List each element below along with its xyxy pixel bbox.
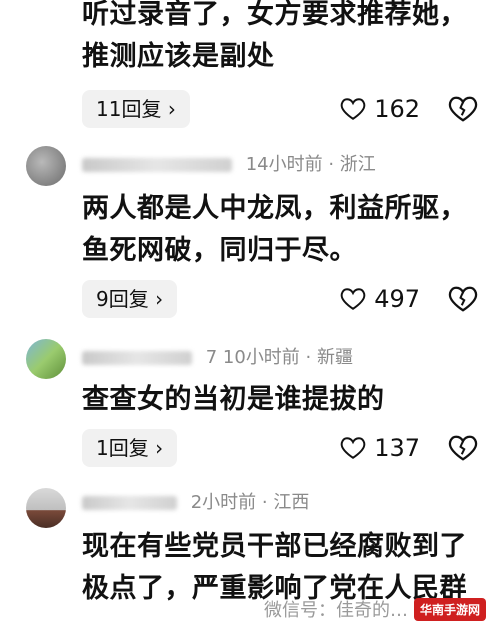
like-count: 497 bbox=[374, 285, 420, 313]
broken-heart-icon[interactable] bbox=[448, 433, 478, 463]
avatar[interactable] bbox=[26, 488, 66, 528]
chevron-right-icon: › bbox=[167, 97, 176, 121]
broken-heart-icon[interactable] bbox=[448, 284, 478, 314]
username-blurred bbox=[82, 496, 177, 510]
like-count: 137 bbox=[374, 434, 420, 462]
reply-count: 9回复 bbox=[96, 287, 149, 311]
chevron-right-icon: › bbox=[155, 287, 164, 311]
chevron-right-icon: › bbox=[155, 436, 164, 460]
comment-text: 两人都是人中龙凤，利益所驱，鱼死网破，同归于尽。 bbox=[82, 193, 467, 266]
comment-meta: 7 10小时前 · 新疆 bbox=[82, 343, 353, 369]
timestamp-location: 2小时前 · 江西 bbox=[190, 492, 310, 513]
reply-count: 1回复 bbox=[96, 436, 149, 460]
like-button[interactable]: 137 bbox=[340, 429, 420, 467]
heart-icon bbox=[340, 98, 366, 120]
comment-text: 查查女的当初是谁提拔的 bbox=[82, 384, 385, 415]
like-button[interactable]: 497 bbox=[340, 280, 420, 318]
heart-icon bbox=[340, 437, 366, 459]
comment-text: 听过录音了，女方要求推荐她，推测应该是副处 bbox=[82, 0, 467, 72]
username-blurred bbox=[82, 351, 192, 365]
reply-button[interactable]: 11回复 › bbox=[82, 90, 190, 128]
watermark-text: 微信号：佳奇的… bbox=[263, 600, 408, 621]
site-logo: 华南手游网 bbox=[413, 597, 486, 621]
like-count: 162 bbox=[374, 95, 420, 123]
like-button[interactable]: 162 bbox=[340, 90, 420, 128]
avatar[interactable] bbox=[26, 339, 66, 379]
avatar[interactable] bbox=[26, 146, 66, 186]
heart-icon bbox=[340, 288, 366, 310]
timestamp-location: 14小时前 · 浙江 bbox=[245, 154, 376, 175]
timestamp-location: 7 10小时前 · 新疆 bbox=[205, 347, 353, 368]
broken-heart-icon[interactable] bbox=[448, 94, 478, 124]
reply-button[interactable]: 9回复 › bbox=[82, 280, 178, 318]
watermark: 微信号：佳奇的… 华南手游网 bbox=[264, 596, 486, 622]
reply-button[interactable]: 1回复 › bbox=[82, 429, 178, 467]
username-blurred bbox=[82, 158, 232, 172]
reply-count: 11回复 bbox=[96, 97, 162, 121]
comment-meta: 2小时前 · 江西 bbox=[82, 488, 309, 514]
comment-meta: 14小时前 · 浙江 bbox=[82, 150, 376, 176]
